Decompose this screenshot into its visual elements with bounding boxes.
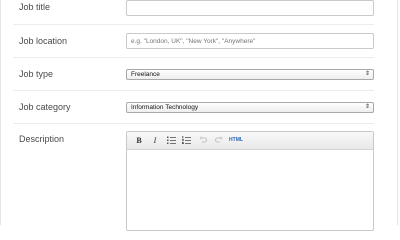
- redo-button[interactable]: [213, 132, 225, 149]
- bold-button[interactable]: B: [133, 132, 145, 149]
- job-location-input[interactable]: [126, 33, 374, 49]
- job-title-input[interactable]: [126, 0, 374, 16]
- job-category-select[interactable]: Information Technology ⇕: [126, 102, 374, 113]
- redo-icon: [215, 136, 223, 143]
- description-text-area[interactable]: [127, 149, 373, 230]
- select-arrows-icon: ⇕: [364, 104, 370, 110]
- select-arrows-icon: ⇕: [364, 71, 370, 77]
- job-type-label: Job type: [19, 69, 54, 79]
- undo-icon: [199, 136, 207, 143]
- html-source-button[interactable]: HTML: [228, 132, 244, 149]
- bulleted-list-button[interactable]: [165, 132, 177, 149]
- job-category-label: Job category: [19, 102, 71, 112]
- job-type-selected-value: Freelance: [131, 71, 160, 78]
- job-title-label: Job title: [19, 2, 51, 12]
- italic-button[interactable]: I: [149, 132, 161, 149]
- undo-button[interactable]: [197, 132, 209, 149]
- divider: [13, 90, 374, 91]
- job-location-label: Job location: [19, 36, 68, 46]
- divider: [13, 57, 374, 58]
- job-category-selected-value: Information Technology: [131, 104, 199, 111]
- numbered-list-icon: [181, 136, 191, 144]
- numbered-list-button[interactable]: [180, 132, 192, 149]
- bulleted-list-icon: [166, 136, 176, 144]
- description-editor: B I HTML: [126, 131, 374, 231]
- divider: [13, 24, 374, 25]
- editor-toolbar: B I HTML: [127, 132, 373, 150]
- description-label: Description: [19, 134, 65, 144]
- job-type-select[interactable]: Freelance ⇕: [126, 69, 374, 80]
- divider: [13, 123, 374, 124]
